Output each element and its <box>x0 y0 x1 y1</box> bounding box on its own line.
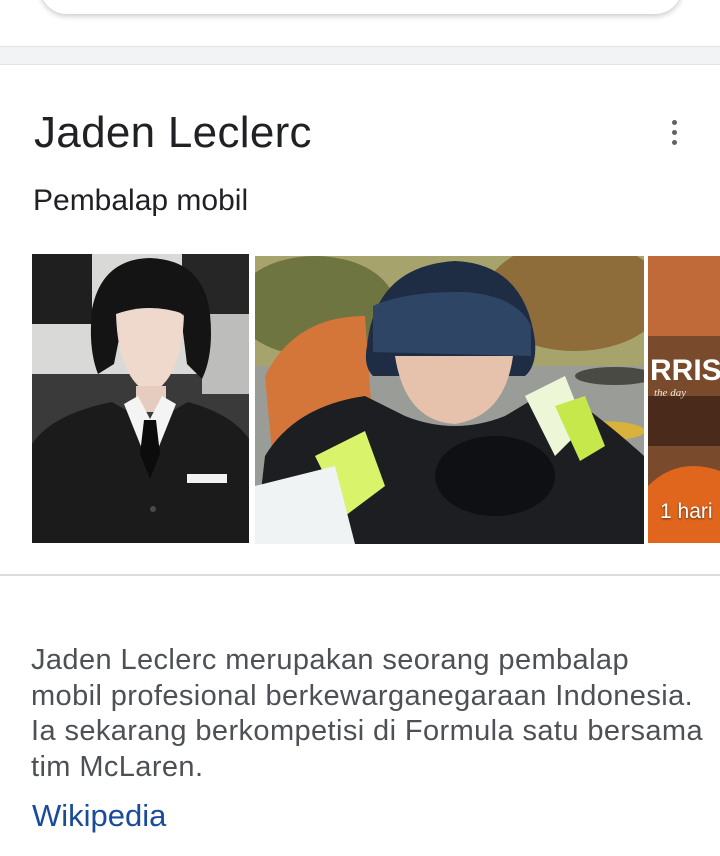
entity-title: Jaden Leclerc <box>34 108 312 157</box>
top-strip <box>0 0 720 46</box>
portrait-in-suit-image <box>32 254 249 543</box>
image-thumbnail-1[interactable] <box>32 254 249 543</box>
svg-text:the day: the day <box>654 387 686 399</box>
section-gap <box>0 46 720 65</box>
more-options-button[interactable] <box>656 112 692 152</box>
wikipedia-link[interactable]: Wikipedia <box>32 798 166 834</box>
knowledge-panel-page: Jaden Leclerc Pembalap mobil RRIS the da… <box>0 0 720 856</box>
search-bar[interactable] <box>40 0 682 14</box>
more-vertical-icon-dot <box>671 139 677 145</box>
entity-subtitle: Pembalap mobil <box>33 184 249 217</box>
svg-text:RRIS: RRIS <box>650 354 720 387</box>
rider-in-helmet-image <box>255 256 644 544</box>
time-badge: 1 hari <box>660 500 713 523</box>
more-vertical-icon <box>671 119 677 125</box>
divider <box>0 574 720 576</box>
more-vertical-icon-dot <box>671 129 677 135</box>
entity-description: Jaden Leclerc merupakan seorang pembalap… <box>31 644 703 783</box>
image-thumbnail-2[interactable] <box>255 256 644 544</box>
